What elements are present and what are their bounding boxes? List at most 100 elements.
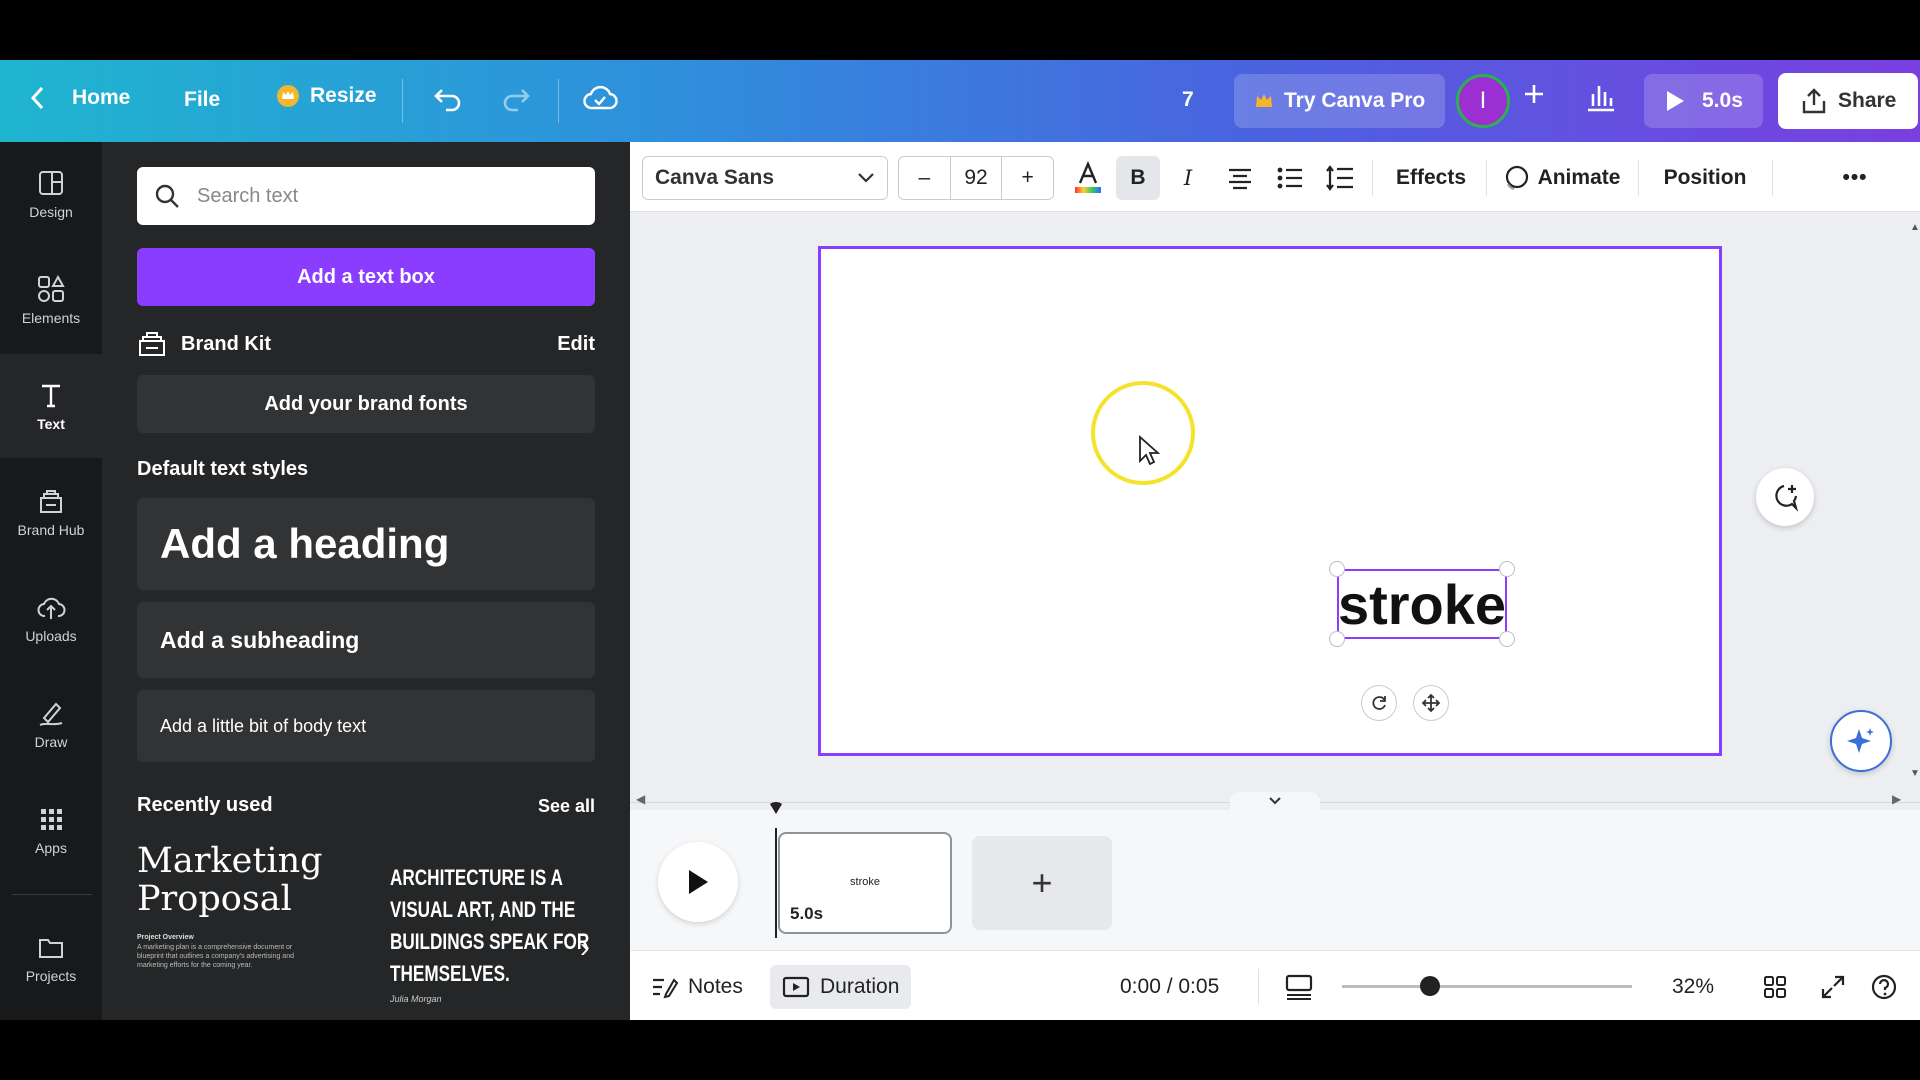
try-pro-label: Try Canva Pro	[1284, 89, 1426, 112]
page-view-button[interactable]	[1284, 965, 1314, 1009]
vertical-scroll-up-icon[interactable]: ▲	[1910, 222, 1920, 233]
move-button[interactable]	[1413, 685, 1449, 721]
cursor-highlight	[1091, 381, 1195, 485]
list-button[interactable]	[1270, 156, 1310, 200]
avatar[interactable]: I	[1456, 74, 1510, 128]
rail-item-projects[interactable]: Projects	[0, 906, 102, 1010]
vertical-scroll-down-icon[interactable]: ▼	[1910, 768, 1920, 779]
zoom-slider-track[interactable]	[1342, 985, 1632, 988]
recent-b-line2: VISUAL ART, AND THE	[390, 897, 576, 922]
bold-button[interactable]: B	[1116, 156, 1160, 200]
add-body-text-card[interactable]: Add a little bit of body text	[137, 690, 595, 762]
timeline-play-button[interactable]	[658, 842, 738, 922]
rail-item-elements[interactable]: Elements	[0, 248, 102, 352]
italic-button[interactable]: I	[1168, 156, 1208, 200]
design-page[interactable]: stroke	[818, 246, 1722, 756]
toolbar-divider	[1372, 160, 1373, 196]
file-menu-button[interactable]: File	[184, 88, 220, 112]
try-canva-pro-button[interactable]: Try Canva Pro	[1234, 74, 1446, 128]
apps-icon	[41, 809, 62, 830]
font-size-increase-button[interactable]: +	[1002, 157, 1053, 199]
add-brand-fonts-button[interactable]: Add your brand fonts	[137, 375, 595, 433]
rail-item-brand-hub[interactable]: Brand Hub	[0, 460, 102, 564]
bottom-bar: Notes Duration 0:00 / 0:05 32%	[630, 950, 1920, 1020]
rail-item-uploads[interactable]: Uploads	[0, 566, 102, 670]
rail-label-draw: Draw	[34, 734, 68, 750]
magic-assistant-button[interactable]	[1830, 710, 1892, 772]
effects-button[interactable]: Effects	[1386, 156, 1476, 200]
scroll-left-icon[interactable]: ◀	[636, 792, 645, 806]
text-color-button[interactable]	[1068, 156, 1108, 200]
playhead-marker[interactable]	[768, 802, 784, 816]
rotate-button[interactable]	[1361, 685, 1397, 721]
comment-add-button[interactable]	[1756, 468, 1814, 526]
timeline-clip[interactable]: stroke 5.0s	[778, 832, 952, 934]
insights-button[interactable]	[1584, 80, 1618, 114]
add-text-box-button[interactable]: Add a text box	[137, 248, 595, 306]
top-bar: Home File Resize 7 Try Canva Pro I 5.0s …	[0, 60, 1920, 142]
position-button[interactable]: Position	[1648, 156, 1762, 200]
search-input[interactable]	[197, 184, 557, 208]
scroll-right-icon[interactable]: ▶	[1892, 792, 1901, 806]
resize-handle[interactable]	[1499, 631, 1515, 647]
fullscreen-icon	[1821, 975, 1845, 999]
share-button[interactable]: Share	[1778, 73, 1919, 129]
resize-handle[interactable]	[1329, 631, 1345, 647]
clip-duration: 5.0s	[790, 904, 824, 923]
plus-icon	[1525, 85, 1543, 103]
redo-button[interactable]	[500, 82, 532, 114]
notes-label: Notes	[688, 975, 743, 998]
toolbar-divider	[1638, 160, 1639, 196]
recent-template-marketing-proposal[interactable]: Marketing Proposal Project Overview A ma…	[137, 842, 337, 1010]
rail-item-design[interactable]: Design	[0, 142, 102, 246]
more-options-button[interactable]: •••	[1830, 156, 1880, 200]
redo-icon	[503, 89, 530, 112]
duration-button[interactable]: Duration	[770, 965, 912, 1009]
rail-item-apps[interactable]: Apps	[0, 778, 102, 882]
text-color-icon	[1075, 161, 1101, 193]
present-play-button[interactable]: 5.0s	[1644, 74, 1763, 128]
add-page-button[interactable]: +	[972, 836, 1112, 930]
animate-button[interactable]: Animate	[1496, 156, 1626, 200]
count-value: 7	[1182, 88, 1194, 111]
zoom-level[interactable]: 32%	[1672, 965, 1714, 1009]
collapse-timeline-button[interactable]	[1230, 792, 1320, 810]
topbar-divider	[402, 79, 403, 123]
recent-template-architecture-quote[interactable]: ARCHITECTURE IS A VISUAL ART, AND THE BU…	[390, 862, 589, 1010]
rail-label-brand-hub: Brand Hub	[17, 522, 85, 538]
play-duration: 5.0s	[1702, 89, 1743, 112]
time-readout: 0:00 / 0:05	[1120, 975, 1220, 998]
see-all-link[interactable]: See all	[538, 796, 595, 817]
default-text-styles-title: Default text styles	[137, 458, 309, 480]
align-button[interactable]	[1220, 156, 1260, 200]
resize-button[interactable]: Resize	[276, 84, 377, 108]
font-size-value[interactable]: 92	[949, 157, 1003, 199]
undo-button[interactable]	[432, 82, 464, 114]
font-size-decrease-button[interactable]: –	[899, 157, 950, 199]
add-heading-card[interactable]: Add a heading	[137, 498, 595, 590]
spacing-button[interactable]	[1320, 156, 1360, 200]
notes-button[interactable]: Notes	[650, 965, 743, 1009]
zoom-slider-thumb[interactable]	[1420, 976, 1440, 996]
grid-view-button[interactable]	[1762, 965, 1788, 1009]
resize-handle[interactable]	[1329, 561, 1345, 577]
brand-kit-edit-link[interactable]: Edit	[557, 333, 595, 356]
rail-item-text[interactable]: Text	[0, 354, 102, 458]
chevron-down-icon	[858, 173, 874, 183]
font-family-select[interactable]: Canva Sans	[642, 156, 888, 200]
fullscreen-button[interactable]	[1820, 965, 1846, 1009]
search-box[interactable]	[137, 167, 595, 225]
rail-label-text: Text	[37, 416, 65, 432]
text-toolbar: Canva Sans – 92 + B I Effects Animate Po…	[630, 142, 1920, 212]
rotate-icon	[1372, 696, 1386, 710]
add-subheading-card[interactable]: Add a subheading	[137, 602, 595, 678]
undo-icon	[434, 89, 461, 112]
selected-text-element[interactable]: stroke	[1337, 569, 1507, 639]
resize-handle[interactable]	[1499, 561, 1515, 577]
add-collaborator-button[interactable]	[1522, 82, 1546, 106]
help-button[interactable]	[1870, 965, 1898, 1009]
rail-item-draw[interactable]: Draw	[0, 672, 102, 776]
home-button[interactable]: Home	[28, 84, 130, 112]
chevron-right-icon[interactable]: ›	[580, 932, 589, 964]
cloud-save-button[interactable]	[582, 82, 618, 114]
